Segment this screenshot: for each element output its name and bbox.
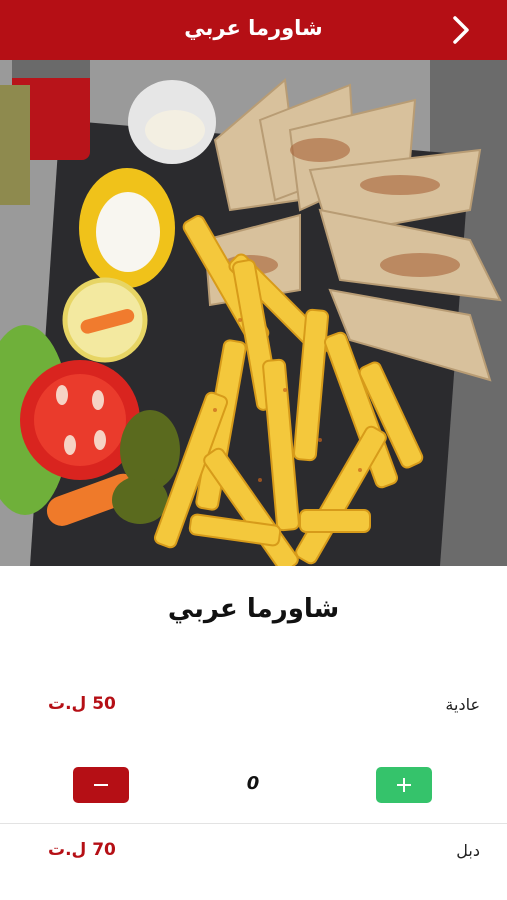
top-bar: شاورما عربي: [0, 0, 507, 60]
plus-icon: [397, 778, 411, 792]
divider: [0, 823, 507, 824]
dish-photo: [0, 60, 507, 566]
page-title: شاورما عربي: [184, 16, 323, 40]
back-button[interactable]: [445, 14, 477, 46]
chevron-right-icon: [453, 16, 469, 44]
increase-quantity-button[interactable]: [376, 767, 432, 803]
option-label-regular: عادية: [445, 695, 480, 714]
minus-icon: [94, 784, 108, 786]
dish-name: شاورما عربي: [167, 594, 340, 624]
option-label-double: دبل: [456, 841, 480, 860]
food-photo: [0, 60, 507, 566]
option-price-double: 70 ل.ت: [48, 840, 116, 860]
decrease-quantity-button[interactable]: [73, 767, 129, 803]
quantity-value: 0: [246, 773, 260, 794]
option-price-regular: 50 ل.ت: [48, 694, 116, 714]
